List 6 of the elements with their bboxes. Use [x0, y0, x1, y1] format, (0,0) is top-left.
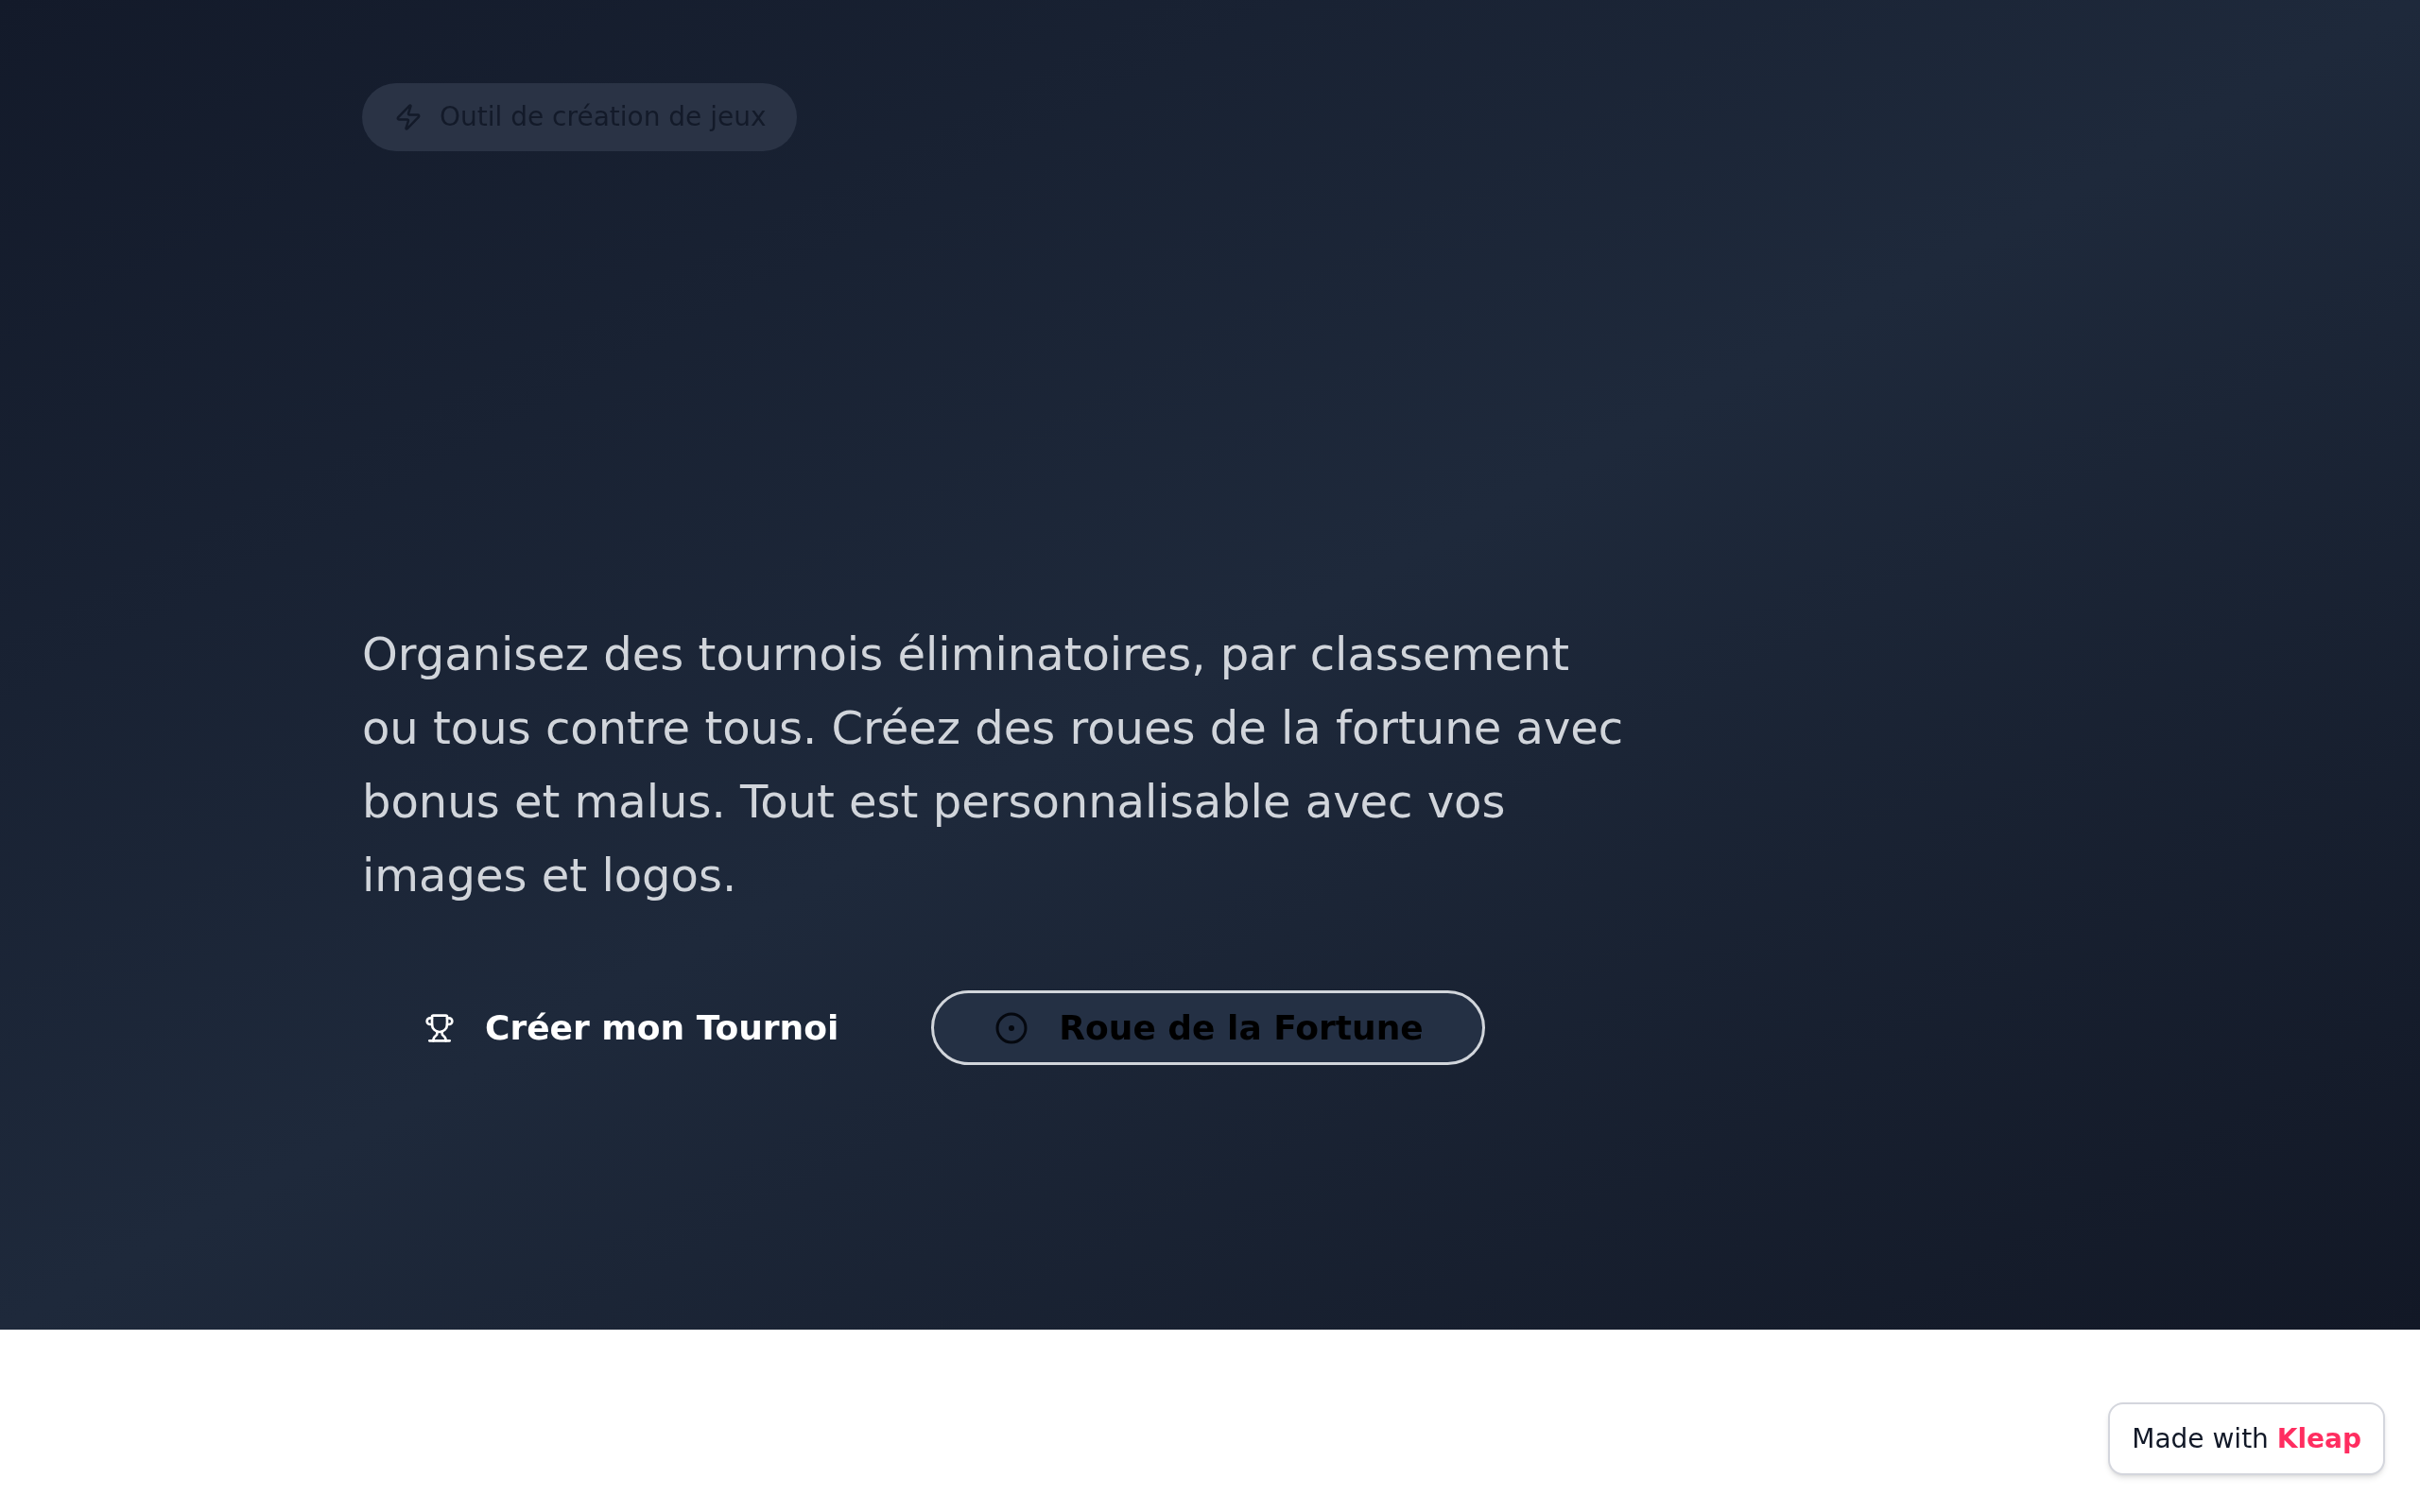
create-tournament-button[interactable]: Créer mon Tournoi — [362, 990, 900, 1065]
trophy-icon — [424, 1012, 455, 1043]
made-with-link[interactable]: Made with Kleap — [2108, 1402, 2385, 1475]
description-text: Organisez des tournois éliminatoires, par classement ou tous contre tous. Créez des roues de la fortune avec bonus et malus. Tout est personnalisable avec vos images et logos. — [362, 627, 1625, 903]
lightning-icon — [394, 103, 423, 131]
target-icon — [994, 1010, 1029, 1045]
